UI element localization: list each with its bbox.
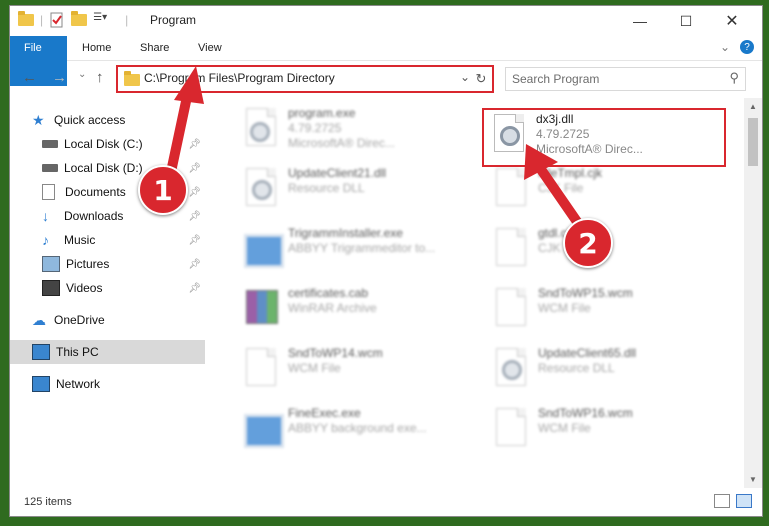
- annotation-arrows: [163, 66, 585, 231]
- annotation-badge-2: 2: [563, 218, 613, 268]
- annotation-badge-1: 1: [138, 165, 188, 215]
